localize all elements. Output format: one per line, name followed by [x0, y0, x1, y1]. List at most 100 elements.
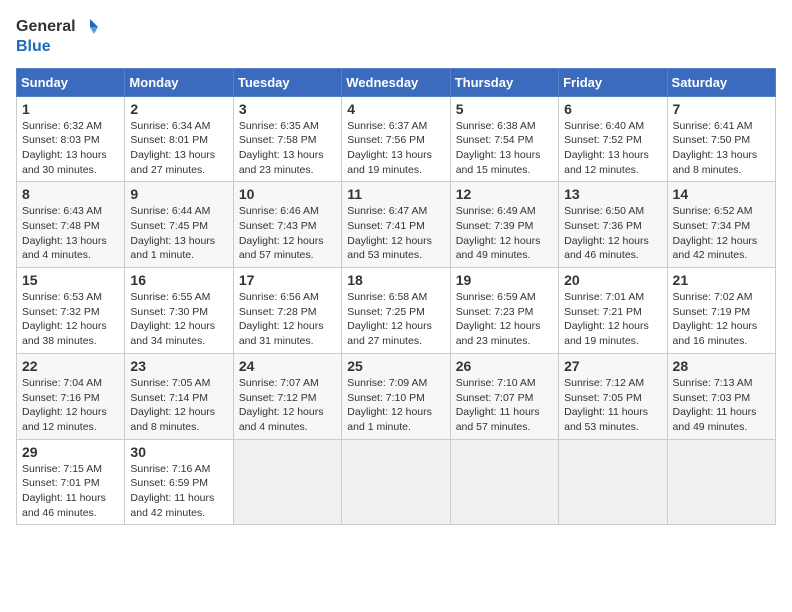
day-cell-1: 1 Sunrise: 6:32 AM Sunset: 8:03 PM Daylig… [17, 96, 125, 182]
day-number-12: 12 [456, 186, 553, 202]
day-info-1: Sunrise: 6:32 AM Sunset: 8:03 PM Dayligh… [22, 119, 119, 178]
day-cell-29: 29Sunrise: 7:15 AM Sunset: 7:01 PM Dayli… [17, 439, 125, 525]
day-info-26: Sunrise: 7:10 AM Sunset: 7:07 PM Dayligh… [456, 376, 553, 435]
day-cell-28: 28 Sunrise: 7:13 AM Sunset: 7:03 PM Dayli… [667, 353, 775, 439]
day-number-25: 25 [347, 358, 444, 374]
day-info-2: Sunrise: 6:34 AM Sunset: 8:01 PM Dayligh… [130, 119, 227, 178]
day-cell-21: 21 Sunrise: 7:02 AM Sunset: 7:19 PM Dayli… [667, 268, 775, 354]
day-cell-17: 17 Sunrise: 6:56 AM Sunset: 7:28 PM Dayli… [233, 268, 341, 354]
day-info-8: Sunrise: 6:43 AM Sunset: 7:48 PM Dayligh… [22, 204, 119, 263]
day-cell-7: 7 Sunrise: 6:41 AM Sunset: 7:50 PM Daylig… [667, 96, 775, 182]
day-number-4: 4 [347, 101, 444, 117]
header-monday: Monday [125, 68, 233, 96]
day-info-28: Sunrise: 7:13 AM Sunset: 7:03 PM Dayligh… [673, 376, 770, 435]
day-cell-30: 30Sunrise: 7:16 AM Sunset: 6:59 PM Dayli… [125, 439, 233, 525]
day-number-15: 15 [22, 272, 119, 288]
day-cell-26: 26 Sunrise: 7:10 AM Sunset: 7:07 PM Dayli… [450, 353, 558, 439]
day-number-6: 6 [564, 101, 661, 117]
day-info-7: Sunrise: 6:41 AM Sunset: 7:50 PM Dayligh… [673, 119, 770, 178]
day-cell-6: 6 Sunrise: 6:40 AM Sunset: 7:52 PM Daylig… [559, 96, 667, 182]
day-number-22: 22 [22, 358, 119, 374]
logo-general-text: General [16, 18, 76, 36]
logo: General Blue [16, 16, 100, 56]
day-number-5: 5 [456, 101, 553, 117]
day-info-27: Sunrise: 7:12 AM Sunset: 7:05 PM Dayligh… [564, 376, 661, 435]
day-number-17: 17 [239, 272, 336, 288]
day-cell-14: 14Sunrise: 6:52 AM Sunset: 7:34 PM Dayli… [667, 182, 775, 268]
day-number-21: 21 [673, 272, 770, 288]
header-thursday: Thursday [450, 68, 558, 96]
day-number-11: 11 [347, 186, 444, 202]
day-cell-11: 11 Sunrise: 6:47 AM Sunset: 7:41 PM Dayli… [342, 182, 450, 268]
day-info-19: Sunrise: 6:59 AM Sunset: 7:23 PM Dayligh… [456, 290, 553, 349]
day-number-7: 7 [673, 101, 770, 117]
week-row-4: 22 Sunrise: 7:04 AM Sunset: 7:16 PM Dayli… [17, 353, 776, 439]
day-info-22: Sunrise: 7:04 AM Sunset: 7:16 PM Dayligh… [22, 376, 119, 435]
day-number-10: 10 [239, 186, 336, 202]
day-cell-4: 4 Sunrise: 6:37 AM Sunset: 7:56 PM Daylig… [342, 96, 450, 182]
day-cell-9: 9Sunrise: 6:44 AM Sunset: 7:45 PM Daylig… [125, 182, 233, 268]
day-number-16: 16 [130, 272, 227, 288]
day-number-8: 8 [22, 186, 119, 202]
day-info-23: Sunrise: 7:05 AM Sunset: 7:14 PM Dayligh… [130, 376, 227, 435]
week-row-5: 29Sunrise: 7:15 AM Sunset: 7:01 PM Dayli… [17, 439, 776, 525]
day-cell-5: 5 Sunrise: 6:38 AM Sunset: 7:54 PM Daylig… [450, 96, 558, 182]
day-number-1: 1 [22, 101, 119, 117]
day-number-26: 26 [456, 358, 553, 374]
empty-cell-4-5 [559, 439, 667, 525]
day-info-29: Sunrise: 7:15 AM Sunset: 7:01 PM Dayligh… [22, 462, 119, 521]
day-number-2: 2 [130, 101, 227, 117]
day-info-18: Sunrise: 6:58 AM Sunset: 7:25 PM Dayligh… [347, 290, 444, 349]
day-info-6: Sunrise: 6:40 AM Sunset: 7:52 PM Dayligh… [564, 119, 661, 178]
day-info-5: Sunrise: 6:38 AM Sunset: 7:54 PM Dayligh… [456, 119, 553, 178]
header-tuesday: Tuesday [233, 68, 341, 96]
day-number-18: 18 [347, 272, 444, 288]
empty-cell-4-4 [450, 439, 558, 525]
day-cell-12: 12 Sunrise: 6:49 AM Sunset: 7:39 PM Dayli… [450, 182, 558, 268]
day-number-28: 28 [673, 358, 770, 374]
day-info-21: Sunrise: 7:02 AM Sunset: 7:19 PM Dayligh… [673, 290, 770, 349]
day-info-16: Sunrise: 6:55 AM Sunset: 7:30 PM Dayligh… [130, 290, 227, 349]
day-cell-23: 23 Sunrise: 7:05 AM Sunset: 7:14 PM Dayli… [125, 353, 233, 439]
header-row: SundayMondayTuesdayWednesdayThursdayFrid… [17, 68, 776, 96]
day-info-15: Sunrise: 6:53 AM Sunset: 7:32 PM Dayligh… [22, 290, 119, 349]
day-cell-20: 20 Sunrise: 7:01 AM Sunset: 7:21 PM Dayli… [559, 268, 667, 354]
day-number-24: 24 [239, 358, 336, 374]
calendar-table: SundayMondayTuesdayWednesdayThursdayFrid… [16, 68, 776, 526]
day-number-23: 23 [130, 358, 227, 374]
header-saturday: Saturday [667, 68, 775, 96]
day-info-20: Sunrise: 7:01 AM Sunset: 7:21 PM Dayligh… [564, 290, 661, 349]
day-info-17: Sunrise: 6:56 AM Sunset: 7:28 PM Dayligh… [239, 290, 336, 349]
day-info-24: Sunrise: 7:07 AM Sunset: 7:12 PM Dayligh… [239, 376, 336, 435]
day-info-3: Sunrise: 6:35 AM Sunset: 7:58 PM Dayligh… [239, 119, 336, 178]
empty-cell-4-6 [667, 439, 775, 525]
empty-cell-4-2 [233, 439, 341, 525]
day-number-20: 20 [564, 272, 661, 288]
day-cell-27: 27 Sunrise: 7:12 AM Sunset: 7:05 PM Dayli… [559, 353, 667, 439]
day-number-27: 27 [564, 358, 661, 374]
day-info-30: Sunrise: 7:16 AM Sunset: 6:59 PM Dayligh… [130, 462, 227, 521]
day-info-14: Sunrise: 6:52 AM Sunset: 7:34 PM Dayligh… [673, 204, 770, 263]
day-cell-19: 19Sunrise: 6:59 AM Sunset: 7:23 PM Dayli… [450, 268, 558, 354]
empty-cell-4-3 [342, 439, 450, 525]
day-cell-8: 8 Sunrise: 6:43 AM Sunset: 7:48 PM Daylig… [17, 182, 125, 268]
day-info-9: Sunrise: 6:44 AM Sunset: 7:45 PM Dayligh… [130, 204, 227, 263]
day-cell-25: 25 Sunrise: 7:09 AM Sunset: 7:10 PM Dayli… [342, 353, 450, 439]
day-cell-24: 24 Sunrise: 7:07 AM Sunset: 7:12 PM Dayli… [233, 353, 341, 439]
week-row-3: 15 Sunrise: 6:53 AM Sunset: 7:32 PM Dayli… [17, 268, 776, 354]
day-cell-15: 15 Sunrise: 6:53 AM Sunset: 7:32 PM Dayli… [17, 268, 125, 354]
header-sunday: Sunday [17, 68, 125, 96]
day-info-25: Sunrise: 7:09 AM Sunset: 7:10 PM Dayligh… [347, 376, 444, 435]
day-info-13: Sunrise: 6:50 AM Sunset: 7:36 PM Dayligh… [564, 204, 661, 263]
day-info-12: Sunrise: 6:49 AM Sunset: 7:39 PM Dayligh… [456, 204, 553, 263]
day-info-4: Sunrise: 6:37 AM Sunset: 7:56 PM Dayligh… [347, 119, 444, 178]
day-info-11: Sunrise: 6:47 AM Sunset: 7:41 PM Dayligh… [347, 204, 444, 263]
day-cell-13: 13 Sunrise: 6:50 AM Sunset: 7:36 PM Dayli… [559, 182, 667, 268]
day-cell-18: 18 Sunrise: 6:58 AM Sunset: 7:25 PM Dayli… [342, 268, 450, 354]
logo-blue-text: Blue [16, 38, 100, 56]
day-cell-22: 22 Sunrise: 7:04 AM Sunset: 7:16 PM Dayli… [17, 353, 125, 439]
day-info-10: Sunrise: 6:46 AM Sunset: 7:43 PM Dayligh… [239, 204, 336, 263]
day-number-13: 13 [564, 186, 661, 202]
header-friday: Friday [559, 68, 667, 96]
logo-arrow-icon [78, 16, 100, 38]
